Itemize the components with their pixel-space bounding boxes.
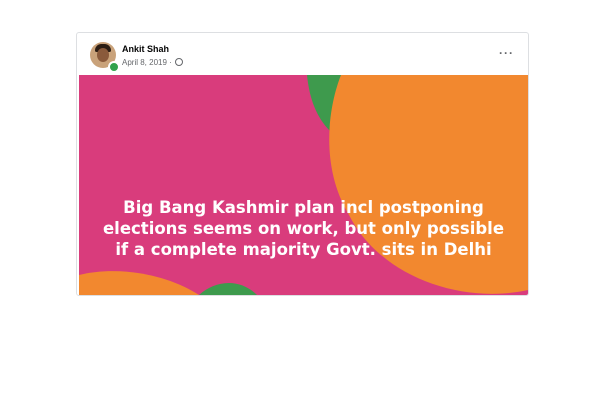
online-status-icon [108,61,120,73]
more-options-button[interactable]: ··· [499,46,514,60]
globe-icon [175,58,184,66]
post-date[interactable]: April 8, 2019 · [122,58,172,67]
post-text-line: if a complete majority Govt. sits in Del… [115,240,492,259]
post-text-line: elections seems on work, but only possib… [102,219,505,238]
post-header: Ankit Shah April 8, 2019 · ··· [77,33,528,75]
facebook-post-card: Ankit Shah April 8, 2019 · ··· Big Bang … [76,32,529,296]
post-meta: April 8, 2019 · [122,58,184,67]
author-name[interactable]: Ankit Shah [122,44,169,54]
avatar-face [97,48,109,62]
post-text-line: Big Bang Kashmir plan incl postponing [123,198,484,217]
post-text: Big Bang Kashmir plan incl postponing el… [79,197,528,260]
post-image[interactable]: Big Bang Kashmir plan incl postponing el… [79,75,528,295]
post-background-art [79,75,528,295]
